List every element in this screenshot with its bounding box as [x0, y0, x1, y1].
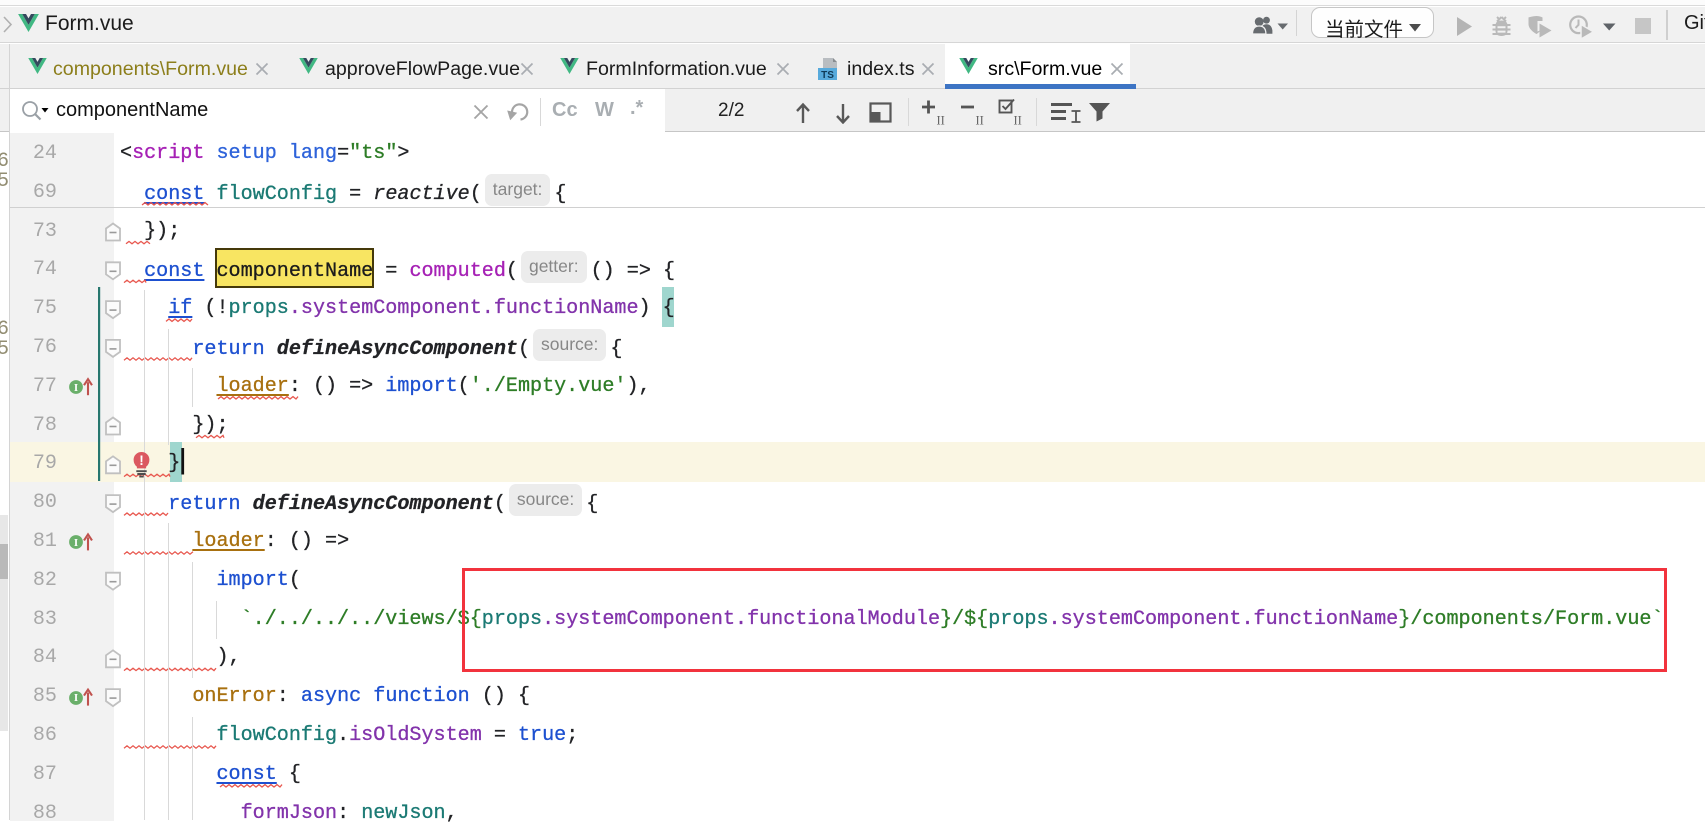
svg-text:II: II: [1014, 114, 1022, 128]
svg-text:II: II: [937, 114, 945, 128]
svg-text:II: II: [976, 114, 984, 128]
svg-text:TS: TS: [821, 70, 834, 81]
